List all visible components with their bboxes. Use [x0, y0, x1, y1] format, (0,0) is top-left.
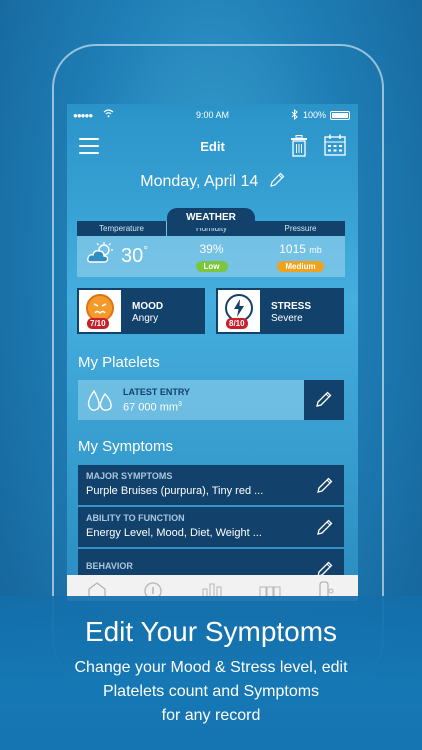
drops-icon — [86, 389, 114, 418]
promo-line-2: Platelets count and Symptoms — [102, 683, 320, 700]
symptom-row-major[interactable]: MAJOR SYMPTOMS Purple Bruises (purpura),… — [78, 465, 344, 505]
pressure-badge: Medium — [277, 261, 324, 272]
symptom-heading: ABILITY TO FUNCTION — [86, 513, 185, 523]
symptoms-section-title: My Symptoms — [78, 438, 174, 455]
pencil-icon[interactable] — [316, 476, 334, 499]
home-tab-icon[interactable] — [87, 581, 107, 598]
stats-tab-icon[interactable] — [201, 581, 222, 598]
humidity-badge: Low — [195, 261, 228, 272]
symptom-heading: MAJOR SYMPTOMS — [86, 471, 173, 481]
bluetooth-icon — [291, 108, 298, 122]
trash-icon[interactable] — [290, 135, 308, 162]
stress-icon-box: 8/10 — [218, 290, 260, 332]
temperature-value: 30° — [121, 243, 149, 267]
battery-icon — [330, 111, 350, 120]
date-text: Monday, April 14 — [140, 173, 259, 190]
promo-headline: Edit Your Symptoms — [84, 616, 338, 647]
platelets-value: 67 000 mm3 — [123, 401, 182, 414]
stress-title: STRESS — [271, 301, 312, 312]
weather-panel: Temperature 30° Humidity 39% Low Pressur… — [77, 208, 345, 277]
pencil-icon[interactable] — [316, 518, 334, 541]
mood-card[interactable]: 7/10 MOOD Angry — [77, 288, 205, 334]
platelets-section-title: My Platelets — [78, 354, 160, 371]
battery-percent: 100% — [302, 110, 326, 120]
humidity-value: 39% — [199, 242, 224, 256]
pressure-value: 1015 mb — [279, 242, 322, 256]
mood-value: Angry — [132, 313, 159, 324]
page-title: Edit — [200, 139, 225, 154]
weather-header: WEATHER — [167, 208, 255, 228]
humidity-column: Humidity 39% Low — [167, 221, 256, 277]
promo-line-3: for any record — [161, 707, 261, 724]
symptom-row-function[interactable]: ABILITY TO FUNCTION Energy Level, Mood, … — [78, 507, 344, 547]
status-bar: ●●●●● 9:00 AM 100% — [67, 104, 358, 126]
pressure-column: Pressure 1015 mb Medium — [256, 221, 345, 277]
date-row[interactable]: Monday, April 14 — [67, 172, 358, 193]
temperature-label: Temperature — [77, 221, 166, 236]
mood-title: MOOD — [132, 301, 164, 312]
app-screen: ●●●●● 9:00 AM 100% Edit Monday, April 14… — [67, 104, 358, 594]
profile-tab-icon[interactable] — [315, 581, 335, 597]
platelets-label: LATEST ENTRY — [123, 387, 190, 397]
platelets-card[interactable]: LATEST ENTRY 67 000 mm3 — [78, 380, 344, 420]
weather-columns: Temperature 30° Humidity 39% Low Pressur… — [77, 221, 345, 277]
info-tab-icon[interactable] — [143, 581, 163, 600]
calendar-icon[interactable] — [324, 134, 346, 161]
symptom-text: Energy Level, Mood, Diet, Weight ... — [86, 527, 262, 539]
stress-value: Severe — [271, 313, 303, 324]
partly-cloudy-icon — [87, 242, 115, 269]
pressure-label: Pressure — [256, 221, 345, 236]
mood-icon-box: 7/10 — [79, 290, 121, 332]
stress-score-badge: 8/10 — [226, 318, 248, 329]
stress-card[interactable]: 8/10 STRESS Severe — [216, 288, 344, 334]
symptom-text: Purple Bruises (purpura), Tiny red ... — [86, 485, 264, 497]
records-tab-icon[interactable] — [259, 581, 281, 598]
temperature-column: Temperature 30° — [77, 221, 166, 277]
symptom-heading: BEHAVIOR — [86, 561, 133, 571]
promo-line-1: Change your Mood & Stress level, edit — [74, 659, 348, 676]
pencil-icon[interactable] — [269, 172, 285, 193]
platelets-edit-button[interactable] — [304, 380, 344, 420]
nav-bar: Edit — [67, 132, 358, 162]
mood-score-badge: 7/10 — [87, 318, 109, 329]
